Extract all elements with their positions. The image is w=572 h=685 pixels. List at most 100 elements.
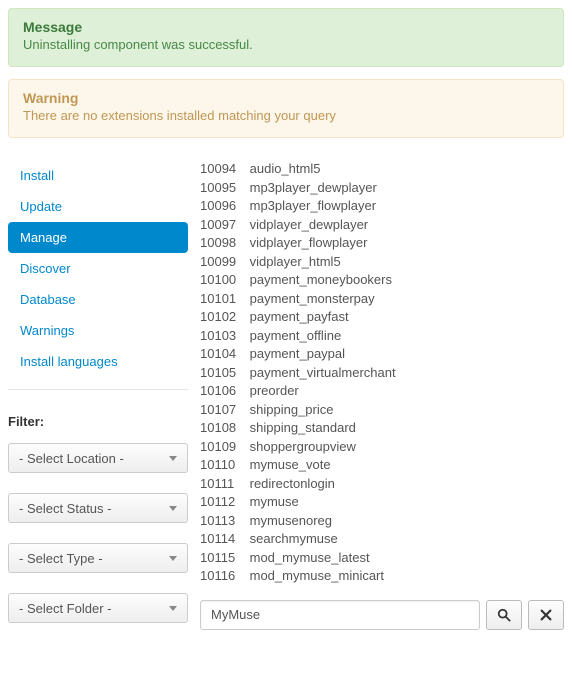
filter-status-value: - Select Status -: [19, 501, 111, 516]
list-item: 10104 payment_paypal: [200, 345, 564, 364]
list-item-name: mod_mymuse_latest: [250, 550, 370, 565]
filter-heading: Filter:: [8, 414, 188, 429]
list-item-name: audio_html5: [250, 161, 321, 176]
list-item: 10115 mod_mymuse_latest: [200, 549, 564, 568]
alert-success-title: Message: [23, 19, 549, 35]
list-item-id: 10107: [200, 401, 246, 420]
sidebar-item-update[interactable]: Update: [8, 191, 188, 222]
list-item-name: shoppergroupview: [250, 439, 356, 454]
list-item-name: payment_paypal: [250, 346, 345, 361]
list-item-name: vidplayer_flowplayer: [250, 235, 368, 250]
list-item-id: 10097: [200, 216, 246, 235]
list-item: 10098 vidplayer_flowplayer: [200, 234, 564, 253]
list-item: 10109 shoppergroupview: [200, 438, 564, 457]
list-item-name: mod_mymuse_minicart: [250, 568, 384, 583]
extension-list: 10094 audio_html510095 mp3player_dewplay…: [200, 160, 564, 586]
list-item-name: vidplayer_dewplayer: [250, 217, 369, 232]
list-item-id: 10095: [200, 179, 246, 198]
sidebar-item-install[interactable]: Install: [8, 160, 188, 191]
filter-type-select[interactable]: - Select Type -: [8, 543, 188, 573]
list-item-name: payment_monsterpay: [250, 291, 375, 306]
list-item-name: mymuse_vote: [250, 457, 331, 472]
list-item-id: 10112: [200, 493, 246, 512]
list-item-id: 10116: [200, 567, 246, 586]
list-item-name: shipping_standard: [250, 420, 356, 435]
list-item: 10110 mymuse_vote: [200, 456, 564, 475]
chevron-down-icon: [169, 456, 177, 461]
list-item-name: mymuse: [250, 494, 299, 509]
list-item: 10116 mod_mymuse_minicart: [200, 567, 564, 586]
alert-success: Message Uninstalling component was succe…: [8, 8, 564, 67]
list-item-name: payment_moneybookers: [250, 272, 392, 287]
list-item-name: preorder: [250, 383, 299, 398]
filter-location-value: - Select Location -: [19, 451, 124, 466]
content: 10094 audio_html510095 mp3player_dewplay…: [200, 160, 564, 643]
list-item: 10114 searchmymuse: [200, 530, 564, 549]
list-item-name: vidplayer_html5: [250, 254, 341, 269]
list-item-name: payment_payfast: [250, 309, 349, 324]
sidebar-item-discover[interactable]: Discover: [8, 253, 188, 284]
list-item-id: 10102: [200, 308, 246, 327]
list-item-id: 10115: [200, 549, 246, 568]
list-item-id: 10105: [200, 364, 246, 383]
list-item: 10102 payment_payfast: [200, 308, 564, 327]
list-item: 10095 mp3player_dewplayer: [200, 179, 564, 198]
search-icon: [497, 608, 511, 622]
list-item-id: 10103: [200, 327, 246, 346]
sidebar-item-install-languages[interactable]: Install languages: [8, 346, 188, 377]
list-item-id: 10110: [200, 456, 246, 475]
filter-location-select[interactable]: - Select Location -: [8, 443, 188, 473]
list-item-id: 10111: [200, 475, 246, 494]
list-item: 10105 payment_virtualmerchant: [200, 364, 564, 383]
list-item-id: 10113: [200, 512, 246, 531]
chevron-down-icon: [169, 606, 177, 611]
alert-warning-text: There are no extensions installed matchi…: [23, 108, 549, 123]
list-item-name: searchmymuse: [250, 531, 338, 546]
list-item-name: mp3player_flowplayer: [250, 198, 376, 213]
list-item-id: 10114: [200, 530, 246, 549]
sidebar: Install Update Manage Discover Database …: [8, 160, 188, 643]
list-item-name: mymusenoreg: [250, 513, 332, 528]
sidebar-nav: Install Update Manage Discover Database …: [8, 160, 188, 390]
clear-button[interactable]: [528, 600, 564, 630]
list-item-id: 10106: [200, 382, 246, 401]
list-item: 10113 mymusenoreg: [200, 512, 564, 531]
list-item: 10094 audio_html5: [200, 160, 564, 179]
list-item-id: 10098: [200, 234, 246, 253]
list-item: 10099 vidplayer_html5: [200, 253, 564, 272]
sidebar-item-warnings[interactable]: Warnings: [8, 315, 188, 346]
list-item-id: 10109: [200, 438, 246, 457]
list-item: 10106 preorder: [200, 382, 564, 401]
filter-folder-select[interactable]: - Select Folder -: [8, 593, 188, 623]
sidebar-item-database[interactable]: Database: [8, 284, 188, 315]
list-item-id: 10096: [200, 197, 246, 216]
list-item-name: payment_virtualmerchant: [250, 365, 396, 380]
list-item: 10100 payment_moneybookers: [200, 271, 564, 290]
list-item-id: 10104: [200, 345, 246, 364]
list-item-name: payment_offline: [250, 328, 342, 343]
filter-type-value: - Select Type -: [19, 551, 103, 566]
list-item: 10111 redirectonlogin: [200, 475, 564, 494]
list-item-name: redirectonlogin: [250, 476, 335, 491]
filter-status-select[interactable]: - Select Status -: [8, 493, 188, 523]
search-button[interactable]: [486, 600, 522, 630]
alert-success-text: Uninstalling component was successful.: [23, 37, 549, 52]
list-item-id: 10101: [200, 290, 246, 309]
filter-folder-value: - Select Folder -: [19, 601, 111, 616]
list-item-id: 10099: [200, 253, 246, 272]
list-item: 10108 shipping_standard: [200, 419, 564, 438]
search-input[interactable]: [200, 600, 480, 630]
sidebar-item-manage[interactable]: Manage: [8, 222, 188, 253]
chevron-down-icon: [169, 556, 177, 561]
alert-warning-title: Warning: [23, 90, 549, 106]
list-item: 10096 mp3player_flowplayer: [200, 197, 564, 216]
list-item-name: shipping_price: [250, 402, 334, 417]
list-item: 10097 vidplayer_dewplayer: [200, 216, 564, 235]
list-item: 10103 payment_offline: [200, 327, 564, 346]
list-item-name: mp3player_dewplayer: [250, 180, 377, 195]
list-item-id: 10108: [200, 419, 246, 438]
list-item-id: 10094: [200, 160, 246, 179]
list-item: 10112 mymuse: [200, 493, 564, 512]
alert-warning: Warning There are no extensions installe…: [8, 79, 564, 138]
list-item: 10101 payment_monsterpay: [200, 290, 564, 309]
